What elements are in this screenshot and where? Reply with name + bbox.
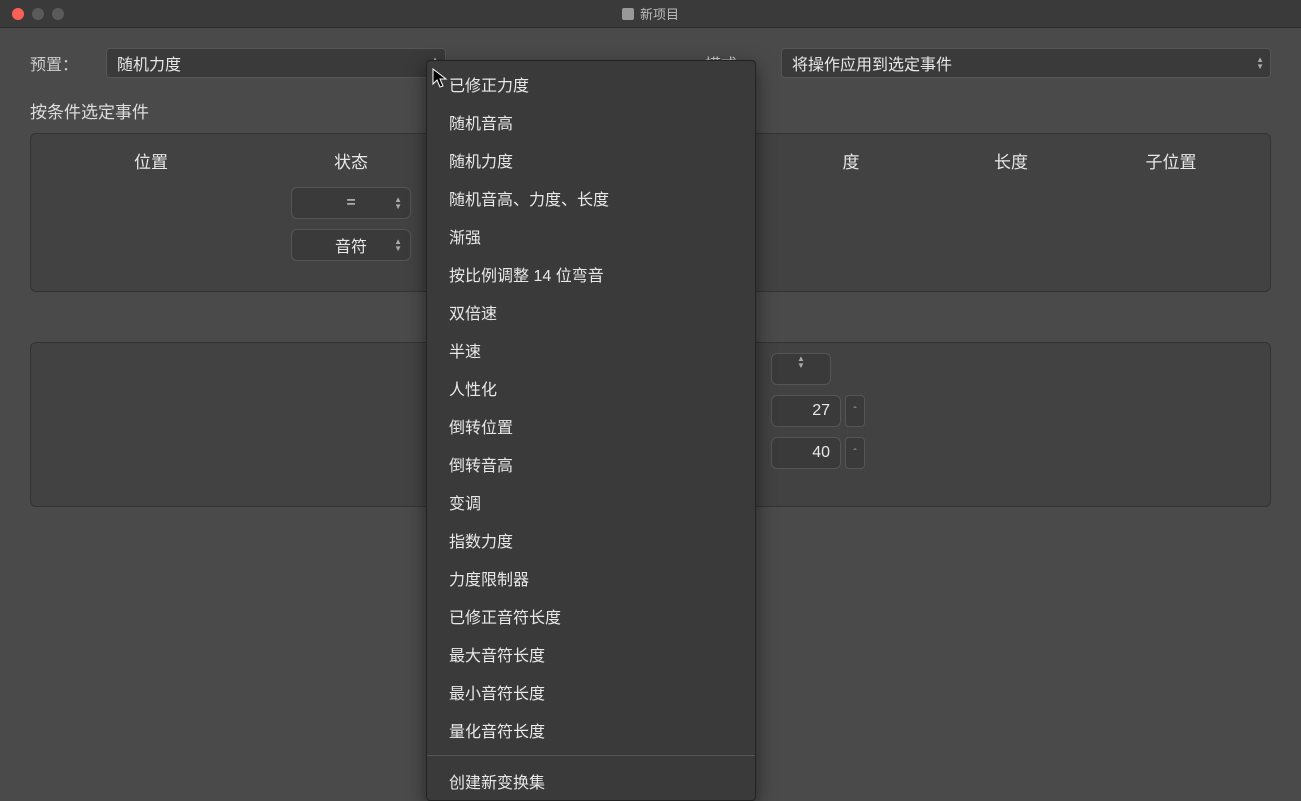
preset-menu-item[interactable]: 随机音高 (427, 103, 755, 141)
value-2-step[interactable]: ˆ (845, 437, 865, 469)
preset-menu-item[interactable]: 已修正力度 (427, 65, 755, 103)
preset-menu-item[interactable]: 指数力度 (427, 521, 755, 559)
preset-menu-item[interactable]: 人性化 (427, 369, 755, 407)
status-operator-select[interactable]: = ▲▼ (291, 187, 411, 219)
preset-label: 预置： (30, 51, 90, 75)
col-subposition: 子位置 (1091, 148, 1251, 173)
window-controls (0, 8, 64, 20)
col-du: 度 (771, 148, 931, 173)
preset-menu-item[interactable]: 半速 (427, 331, 755, 369)
preset-menu-item[interactable]: 随机音高、力度、长度 (427, 179, 755, 217)
preset-menu-item[interactable]: 变调 (427, 483, 755, 521)
updown-icon: ▲▼ (1256, 56, 1264, 70)
menu-divider (427, 755, 755, 756)
status-type-value: 音符 (335, 233, 367, 257)
preset-menu-item[interactable]: 双倍速 (427, 293, 755, 331)
close-window-button[interactable] (12, 8, 24, 20)
col-length: 长度 (931, 148, 1091, 173)
preset-menu-item[interactable]: 渐强 (427, 217, 755, 255)
preset-menu-item[interactable]: 按比例调整 14 位弯音 (427, 255, 755, 293)
preset-menu-item[interactable]: 力度限制器 (427, 559, 755, 597)
preset-menu-item[interactable]: 最大音符长度 (427, 635, 755, 673)
col-status: 状态 (251, 148, 451, 173)
preset-value: 随机力度 (117, 51, 181, 75)
preset-popup-menu: 已修正力度随机音高随机力度随机音高、力度、长度渐强按比例调整 14 位弯音双倍速… (426, 60, 756, 801)
updown-icon: ▲▼ (394, 238, 402, 252)
preset-select[interactable]: 随机力度 ▲▼ (106, 48, 446, 78)
minimize-window-button[interactable] (32, 8, 44, 20)
value-2-input[interactable]: 40 (771, 437, 841, 469)
value-1: 27 (812, 402, 830, 420)
preset-menu-item[interactable]: 最小音符长度 (427, 673, 755, 711)
value-2: 40 (812, 444, 830, 462)
zoom-window-button[interactable] (52, 8, 64, 20)
document-icon (622, 8, 634, 20)
status-type-select[interactable]: 音符 ▲▼ (291, 229, 411, 261)
updown-icon: ▲▼ (394, 196, 402, 210)
preset-menu-item[interactable]: 量化音符长度 (427, 711, 755, 749)
mode-select[interactable]: 将操作应用到选定事件 ▲▼ (781, 48, 1271, 78)
value-1-input[interactable]: 27 (771, 395, 841, 427)
mode-value: 将操作应用到选定事件 (792, 51, 952, 75)
preset-menu-item[interactable]: 已修正音符长度 (427, 597, 755, 635)
preset-menu-item[interactable]: 随机力度 (427, 141, 755, 179)
titlebar: 新项目 (0, 0, 1301, 28)
col-position: 位置 (51, 148, 251, 173)
value-1-step[interactable]: ˆ (845, 395, 865, 427)
preset-menu-item[interactable]: 倒转位置 (427, 407, 755, 445)
create-new-transform-set[interactable]: 创建新变换集 (427, 762, 755, 800)
updown-icon: ▲▼ (797, 355, 805, 369)
status-operator-value: = (346, 194, 355, 212)
window-title: 新项目 (640, 4, 679, 23)
param-select[interactable]: ▲▼ (771, 353, 831, 385)
preset-menu-item[interactable]: 倒转音高 (427, 445, 755, 483)
